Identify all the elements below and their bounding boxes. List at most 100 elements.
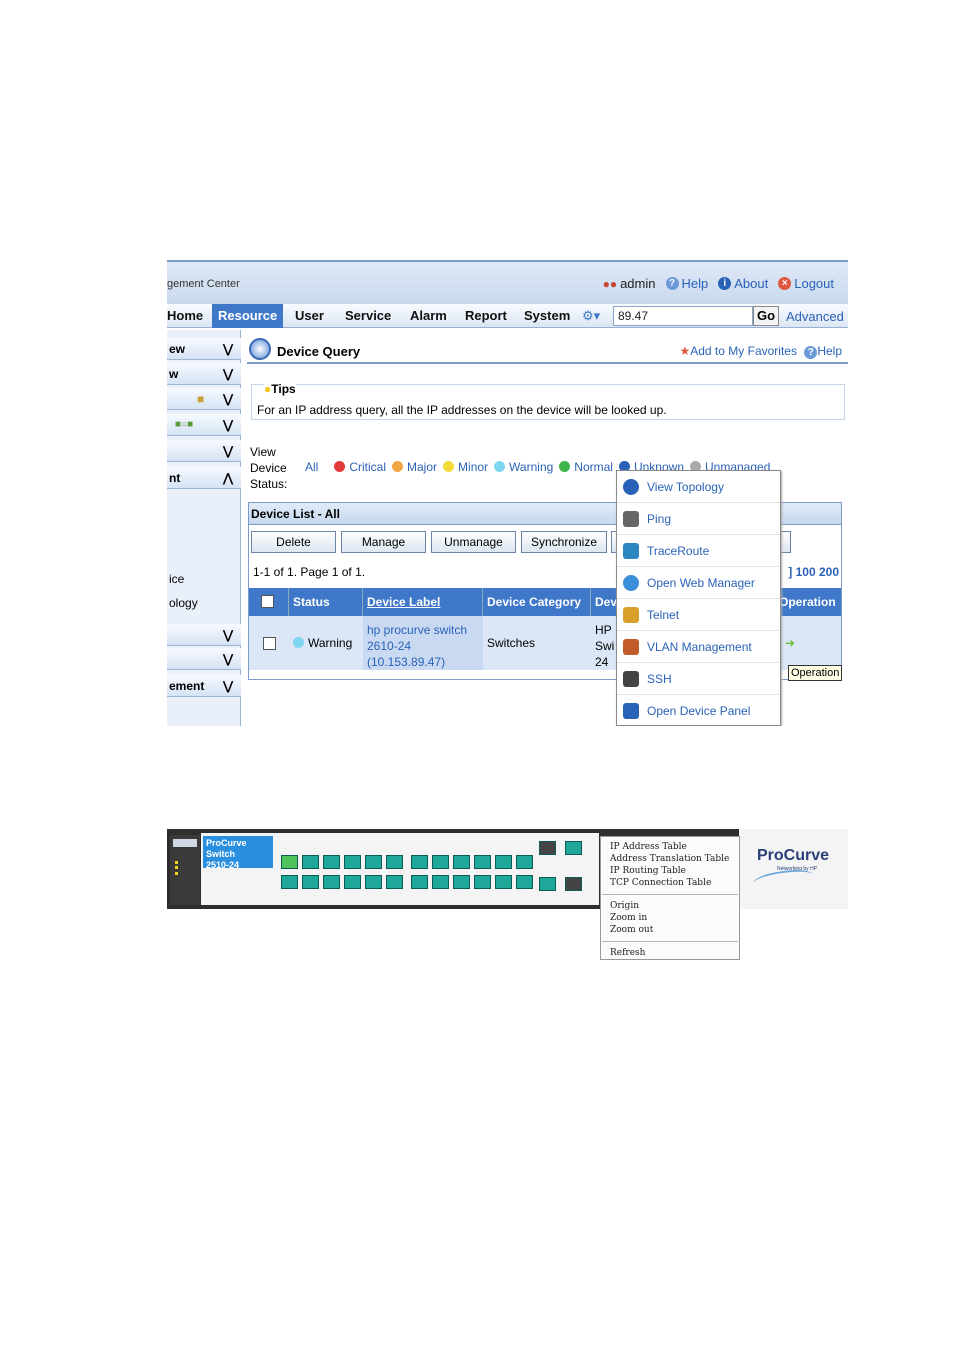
ethernet-port[interactable] [411,855,428,869]
ethernet-port[interactable] [432,855,449,869]
ethernet-port[interactable] [495,855,512,869]
ethernet-port[interactable] [386,855,403,869]
brand-logo: ProCurve [757,847,830,864]
ethernet-port[interactable] [323,855,340,869]
ethernet-port[interactable] [344,875,361,889]
status-filter-warning[interactable]: Warning [494,460,553,474]
nav-alarm[interactable]: Alarm [410,304,447,328]
page-size-links[interactable]: ] 100 200 [788,565,839,579]
menu-item-ip-address-table[interactable]: IP Address Table [610,842,687,852]
topology-icon [623,479,639,495]
menu-item-zoom-out[interactable]: Zoom out [610,925,653,935]
menu-item-telnet[interactable]: Telnet [617,599,780,631]
sidebar-section-5[interactable]: ⋁ [167,440,241,462]
menu-item-vlan-management[interactable]: VLAN Management [617,631,780,663]
nav-service[interactable]: Service [345,304,391,328]
menu-item-tcp-connection-table[interactable]: TCP Connection Table [610,878,711,888]
ethernet-port[interactable] [323,875,340,889]
sidebar-item-topology[interactable]: ology [169,596,198,610]
menu-item-label: Ping [647,512,672,526]
menu-item-ssh[interactable]: SSH [617,663,780,695]
chevron-down-icon: ⋁ [223,342,233,356]
sidebar-section-7[interactable]: ⋁ [167,624,241,646]
tips-heading: ●Tips [264,382,296,396]
logout-link[interactable]: × Logout [778,276,834,291]
status-filter-minor[interactable]: Minor [443,460,488,474]
ethernet-port[interactable] [302,875,319,889]
menu-item-ip-routing-table[interactable]: IP Routing Table [610,866,686,876]
uplink-port[interactable] [565,877,582,891]
go-button[interactable]: Go [753,306,779,326]
synchronize-button[interactable]: Synchronize [521,531,607,553]
menu-item-origin[interactable]: Origin [610,901,639,911]
column-status[interactable]: Status [289,588,363,616]
search-type-icon[interactable]: ⚙▾ [582,308,600,324]
uplink-port[interactable] [539,841,556,855]
menu-item-open-device-panel[interactable]: Open Device Panel [617,695,780,726]
nav-home[interactable]: Home [167,304,203,328]
sidebar-section-3[interactable]: ■ ⋁ [167,388,241,410]
status-filter-normal[interactable]: Normal [559,460,613,474]
column-device-label[interactable]: Device Label [363,588,483,616]
status-filter-major[interactable]: Major [392,460,437,474]
sidebar-section-6[interactable]: nt ⋀ [167,467,241,489]
delete-button[interactable]: Delete [251,531,336,553]
nav-report[interactable]: Report [465,304,507,328]
ethernet-port[interactable] [453,855,470,869]
uplink-port[interactable] [539,877,556,891]
ethernet-port[interactable] [516,855,533,869]
device-label-link[interactable]: hp procurve switch 2610-24 (10.153.89.47… [363,616,483,670]
logout-icon: × [778,277,792,290]
ethernet-port[interactable] [432,875,449,889]
ethernet-port[interactable] [474,855,491,869]
menu-item-zoom-in[interactable]: Zoom in [610,913,647,923]
ethernet-port[interactable] [411,875,428,889]
ethernet-port[interactable] [281,855,298,869]
unmanage-button[interactable]: Unmanage [431,531,516,553]
sidebar-section-8[interactable]: ⋁ [167,648,241,670]
ethernet-port[interactable] [365,855,382,869]
ethernet-port[interactable] [495,875,512,889]
nav-resource[interactable]: Resource [212,304,284,328]
ethernet-port[interactable] [453,875,470,889]
menu-item-ping[interactable]: Ping [617,503,780,535]
ethernet-port[interactable] [474,875,491,889]
ethernet-port[interactable] [386,875,403,889]
sidebar-item-device[interactable]: ice [169,572,184,586]
nav-user[interactable]: User [295,304,324,328]
ethernet-port[interactable] [516,875,533,889]
search-input[interactable] [613,306,753,326]
menu-item-refresh[interactable]: Refresh [610,948,645,958]
sidebar-section-9[interactable]: ement ⋁ [167,675,241,697]
menu-item-open-web-manager[interactable]: Open Web Manager [617,567,780,599]
add-to-favorites-link[interactable]: Add to My Favorites [690,344,797,358]
operation-arrow-icon[interactable]: ➜ [785,616,805,670]
menu-item-view-topology[interactable]: View Topology [617,471,780,503]
status-filter-all[interactable]: All [305,460,318,474]
ethernet-port[interactable] [365,875,382,889]
about-link[interactable]: i About [718,276,768,291]
select-all-checkbox[interactable] [261,595,274,608]
advanced-search-link[interactable]: Advanced [786,309,844,324]
user-link[interactable]: ●● admin [603,276,656,291]
row-checkbox[interactable] [263,637,276,650]
menu-item-traceroute[interactable]: TraceRoute [617,535,780,567]
ping-icon [623,511,639,527]
column-device-category[interactable]: Device Category [483,588,591,616]
ethernet-port[interactable] [281,875,298,889]
device-query-screenshot: gement Center ●● admin ? Help i About × … [167,260,848,726]
menu-item-address-translation-table[interactable]: Address Translation Table [610,854,729,864]
sidebar-section-4[interactable]: ■○■ ⋁ [167,414,241,436]
sidebar-section-1[interactable]: ew ⋁ [167,338,241,360]
ethernet-port[interactable] [302,855,319,869]
manage-button[interactable]: Manage [341,531,426,553]
help-link[interactable]: ? Help [665,276,708,291]
page-help-link[interactable]: Help [817,344,842,358]
ethernet-port[interactable] [344,855,361,869]
sidebar-section-2[interactable]: w ⋁ [167,363,241,385]
critical-dot-icon [334,461,346,472]
network-icon: ■○■ [175,419,194,430]
uplink-port[interactable] [565,841,582,855]
nav-system[interactable]: System [524,304,570,328]
status-filter-critical[interactable]: Critical [334,460,386,474]
